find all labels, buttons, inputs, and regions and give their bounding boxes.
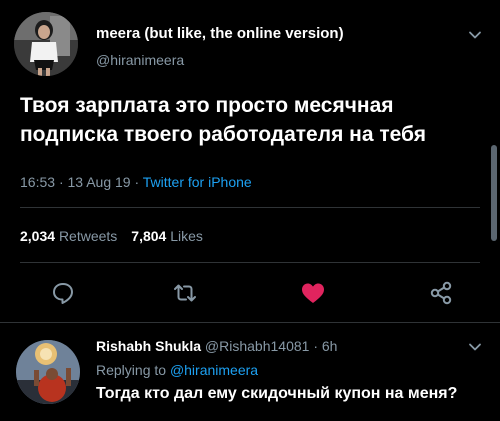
meta-separator: · — [134, 174, 140, 190]
retweet-icon — [174, 284, 196, 302]
heart-icon — [302, 283, 324, 303]
reply-author-avatar[interactable] — [16, 340, 80, 404]
replying-label: Replying to — [96, 362, 167, 378]
author-name[interactable]: meera (but like, the online version) — [96, 25, 344, 42]
chevron-down-icon[interactable] — [468, 28, 482, 42]
reply-author-handle[interactable]: @Rishabh14081 — [205, 338, 310, 354]
share-icon — [430, 281, 452, 305]
comment-icon — [53, 283, 73, 304]
avatar-photo — [16, 340, 80, 404]
divider — [20, 262, 480, 263]
reply-text: Тогда кто дал ему скидочный купон на мен… — [96, 385, 458, 402]
author-handle[interactable]: @hiranimeera — [96, 52, 184, 68]
divider — [0, 322, 500, 323]
meta-separator: · — [58, 174, 64, 190]
reply-button[interactable] — [49, 279, 77, 307]
like-button[interactable] — [299, 279, 327, 307]
reply-header: Rishabh Shukla @Rishabh14081 · 6h — [96, 338, 337, 354]
retweet-button[interactable] — [171, 279, 199, 307]
author-avatar[interactable] — [14, 12, 78, 76]
chevron-down-icon[interactable] — [468, 340, 482, 354]
tweet-text: Твоя зарплата это просто месячная подпис… — [20, 94, 426, 146]
like-label: Likes — [170, 228, 203, 244]
retweet-count: 2,034 — [20, 228, 56, 244]
divider — [20, 207, 480, 208]
retweet-label: Retweets — [58, 228, 118, 244]
tweet-meta: 16:53 · 13 Aug 19 · Twitter for iPhone — [20, 174, 252, 190]
likes-stat[interactable]: 7,804 Likes — [131, 228, 203, 244]
share-button[interactable] — [427, 279, 455, 307]
tweet-date: 13 Aug 19 — [67, 174, 131, 190]
tweet-source-link[interactable]: Twitter for iPhone — [143, 174, 252, 190]
reply-author-name[interactable]: Rishabh Shukla — [96, 338, 201, 354]
like-count: 7,804 — [131, 228, 167, 244]
avatar-photo — [14, 12, 78, 76]
replying-to-handle[interactable]: @hiranimeera — [170, 362, 258, 378]
meta-separator: · — [313, 338, 318, 354]
scrollbar-thumb[interactable] — [491, 145, 497, 241]
tweet-time: 16:53 — [20, 174, 56, 190]
retweets-stat[interactable]: 2,034 Retweets — [20, 228, 117, 244]
replying-to: Replying to @hiranimeera — [96, 362, 258, 378]
reply-age: 6h — [321, 338, 338, 354]
tweet-stats: 2,034 Retweets 7,804 Likes — [20, 228, 203, 244]
